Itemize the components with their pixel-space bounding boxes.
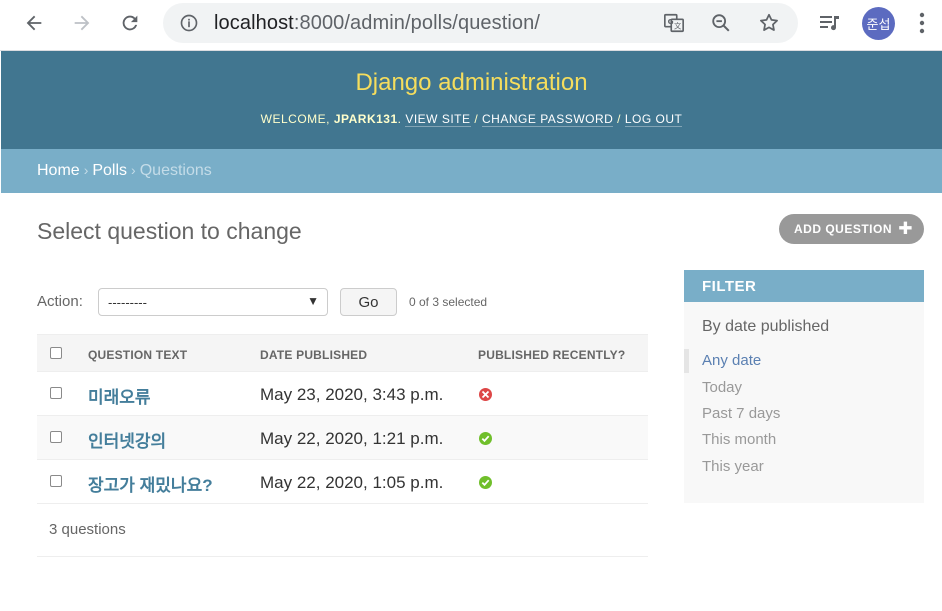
zoom-out-icon[interactable] xyxy=(710,12,732,34)
filter-option-this-year[interactable]: This year xyxy=(702,458,764,475)
address-bar[interactable]: localhost:8000/admin/polls/question/ G文 xyxy=(163,3,798,43)
breadcrumb: Home › Polls › Questions xyxy=(1,149,942,193)
row-checkbox[interactable] xyxy=(50,431,62,443)
back-icon[interactable] xyxy=(21,10,47,36)
media-queue-icon[interactable] xyxy=(816,10,842,36)
welcome-text: Welcome, xyxy=(260,112,334,126)
breadcrumb-separator: › xyxy=(131,162,136,178)
breadcrumb-separator: › xyxy=(83,162,89,178)
user-tools: Welcome, jpark131. View site / Change pa… xyxy=(260,112,683,127)
username: jpark131 xyxy=(333,112,398,126)
filter-option-today[interactable]: Today xyxy=(702,379,742,396)
translate-icon[interactable]: G文 xyxy=(663,12,685,34)
select-all-checkbox[interactable] xyxy=(50,347,62,359)
filter-header: Filter xyxy=(684,270,924,302)
change-password-link[interactable]: Change password xyxy=(482,112,614,127)
question-link[interactable]: 장고가 재밌나요? xyxy=(88,471,213,496)
url-text[interactable]: localhost:8000/admin/polls/question/ xyxy=(214,12,540,35)
column-header-date-published[interactable]: Date published xyxy=(260,348,367,362)
breadcrumb-home[interactable]: Home xyxy=(37,162,80,179)
svg-text:文: 文 xyxy=(674,22,682,31)
svg-text:G: G xyxy=(668,17,674,26)
site-branding[interactable]: Django administration xyxy=(1,69,942,97)
table-row: 장고가 재밌나요? May 22, 2020, 1:05 p.m. xyxy=(37,460,648,504)
table-header: Question text Date published Published r… xyxy=(37,334,648,372)
bookmark-star-icon[interactable] xyxy=(758,12,780,34)
changelist-filter: Filter By date published Any date Today … xyxy=(684,270,924,503)
forward-icon[interactable] xyxy=(69,10,95,36)
filter-option-this-month[interactable]: This month xyxy=(702,431,776,448)
question-link[interactable]: 미래오류 xyxy=(88,383,151,408)
site-info-icon[interactable] xyxy=(179,13,199,38)
dropdown-arrow-icon: ▼ xyxy=(307,294,319,308)
selection-counter: 0 of 3 selected xyxy=(409,295,488,309)
go-button[interactable]: Go xyxy=(340,288,397,316)
view-site-link[interactable]: View site xyxy=(405,112,471,127)
date-published: May 22, 2020, 1:05 p.m. xyxy=(260,473,444,492)
breadcrumb-polls[interactable]: Polls xyxy=(92,162,127,179)
profile-initials: 준섭 xyxy=(866,17,891,32)
filter-subtitle: By date published xyxy=(702,318,830,335)
action-label: Action: xyxy=(37,293,83,310)
add-question-label: Add question xyxy=(794,222,893,236)
column-header-question-text[interactable]: Question text xyxy=(88,348,187,362)
action-select[interactable]: --------- ▼ xyxy=(98,288,328,316)
filter-option-any-date[interactable]: Any date xyxy=(702,352,761,369)
date-published: May 23, 2020, 3:43 p.m. xyxy=(260,385,444,404)
breadcrumb-current: Questions xyxy=(139,162,212,179)
page-title: Select question to change xyxy=(37,218,302,244)
table-row: 미래오류 May 23, 2020, 3:43 p.m. xyxy=(37,372,648,416)
question-link[interactable]: 인터넷강의 xyxy=(88,427,166,452)
paginator-divider xyxy=(37,556,648,557)
plus-icon: ✚ xyxy=(898,219,913,238)
filter-option-past-7-days[interactable]: Past 7 days xyxy=(702,405,780,422)
add-question-button[interactable]: Add question ✚ xyxy=(779,214,924,244)
column-header-published-recently[interactable]: Published recently? xyxy=(478,348,625,362)
row-checkbox[interactable] xyxy=(50,387,62,399)
true-icon xyxy=(479,476,492,489)
true-icon xyxy=(479,432,492,445)
selected-filter-marker xyxy=(684,349,689,373)
more-menu-icon[interactable] xyxy=(918,12,926,39)
log-out-link[interactable]: Log out xyxy=(624,112,683,127)
browser-toolbar: localhost:8000/admin/polls/question/ G文 … xyxy=(0,0,942,51)
date-published: May 22, 2020, 1:21 p.m. xyxy=(260,429,444,448)
filter-title: Filter xyxy=(702,278,757,295)
paginator: 3 questions xyxy=(49,521,126,538)
reload-icon[interactable] xyxy=(117,10,143,36)
admin-header: Django administration Welcome, jpark131.… xyxy=(1,51,942,149)
action-select-value: --------- xyxy=(108,295,147,310)
profile-avatar[interactable]: 준섭 xyxy=(862,7,895,40)
table-row: 인터넷강의 May 22, 2020, 1:21 p.m. xyxy=(37,416,648,460)
row-checkbox[interactable] xyxy=(50,475,62,487)
false-icon xyxy=(479,388,492,401)
